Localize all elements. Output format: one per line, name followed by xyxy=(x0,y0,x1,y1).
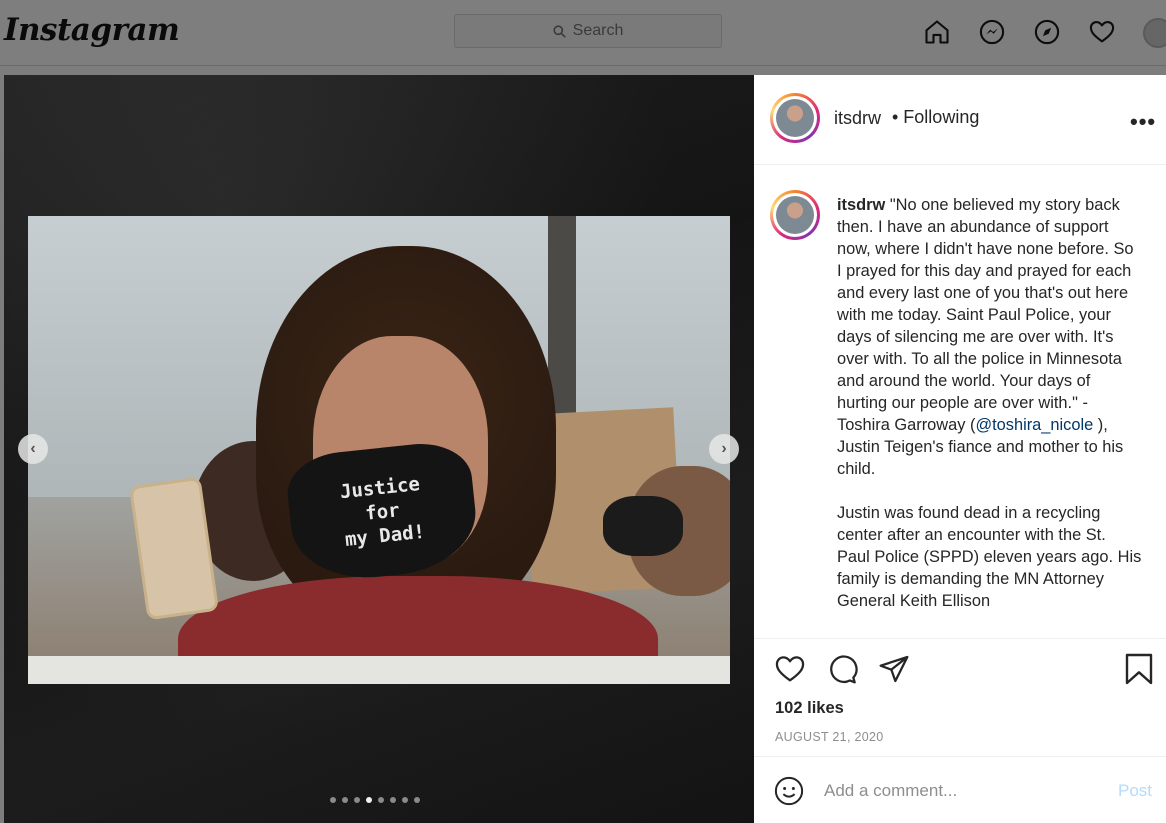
carousel-dot xyxy=(390,797,396,803)
next-button[interactable]: › xyxy=(709,434,739,464)
messenger-icon[interactable] xyxy=(978,17,1006,47)
profile-avatar[interactable] xyxy=(1143,18,1166,48)
search-box[interactable]: Search xyxy=(454,14,722,48)
post-button[interactable]: Post xyxy=(1118,781,1152,801)
heart-icon[interactable] xyxy=(1088,17,1116,47)
home-icon[interactable] xyxy=(923,17,951,47)
carousel-dot xyxy=(366,797,372,803)
share-icon[interactable] xyxy=(878,653,910,685)
instagram-logo[interactable]: Instagram xyxy=(4,12,180,48)
carousel-dot xyxy=(402,797,408,803)
post-header: itsdrw • Following ••• xyxy=(754,75,1166,165)
carousel-dot xyxy=(414,797,420,803)
chevron-right-icon: › xyxy=(721,440,727,457)
author-avatar[interactable] xyxy=(770,93,820,143)
post-photo: Justice for my Dad! xyxy=(28,216,730,684)
emoji-icon[interactable] xyxy=(774,776,804,806)
carousel-dot xyxy=(354,797,360,803)
carousel-dot xyxy=(330,797,336,803)
bookmark-icon[interactable] xyxy=(1124,653,1154,685)
author-username[interactable]: itsdrw xyxy=(834,108,881,129)
carousel-dot xyxy=(342,797,348,803)
top-navigation-bar: Instagram Search xyxy=(0,0,1166,66)
mask-text: Justice for my Dad! xyxy=(339,473,426,551)
comment-icon[interactable] xyxy=(826,653,858,685)
comment-bar: Post xyxy=(754,756,1166,823)
post-details-panel: itsdrw • Following ••• itsdrw "No one be… xyxy=(754,75,1166,823)
post-actions: 102 likes AUGUST 21, 2020 xyxy=(754,638,1166,756)
likes-count[interactable]: 102 likes xyxy=(775,699,844,718)
search-placeholder: Search xyxy=(572,22,624,39)
chevron-left-icon: ‹ xyxy=(30,440,36,457)
caption-area: itsdrw "No one believed my story back th… xyxy=(754,166,1166,638)
like-heart-icon[interactable] xyxy=(774,653,806,685)
caption-text: itsdrw "No one believed my story back th… xyxy=(837,194,1142,612)
search-icon xyxy=(553,24,566,38)
caption-paragraph-2: Justin was found dead in a recycling cen… xyxy=(837,504,1142,610)
follow-status[interactable]: • Following xyxy=(892,107,979,128)
media-area: Justice for my Dad! ‹ › xyxy=(4,75,754,823)
carousel-indicator xyxy=(330,797,420,803)
previous-button[interactable]: ‹ xyxy=(18,434,48,464)
more-options-icon[interactable]: ••• xyxy=(1130,109,1156,135)
post-modal: Justice for my Dad! ‹ › itsdrw • Followi… xyxy=(4,75,1166,823)
caption-avatar[interactable] xyxy=(770,190,820,240)
comment-input[interactable] xyxy=(824,781,1094,801)
caption-body: "No one believed my story back then. I h… xyxy=(837,196,1134,434)
caption-username[interactable]: itsdrw xyxy=(837,196,885,214)
mention-link[interactable]: @toshira_nicole xyxy=(975,416,1093,434)
post-date[interactable]: AUGUST 21, 2020 xyxy=(775,730,884,744)
carousel-dot xyxy=(378,797,384,803)
explore-icon[interactable] xyxy=(1033,17,1061,47)
